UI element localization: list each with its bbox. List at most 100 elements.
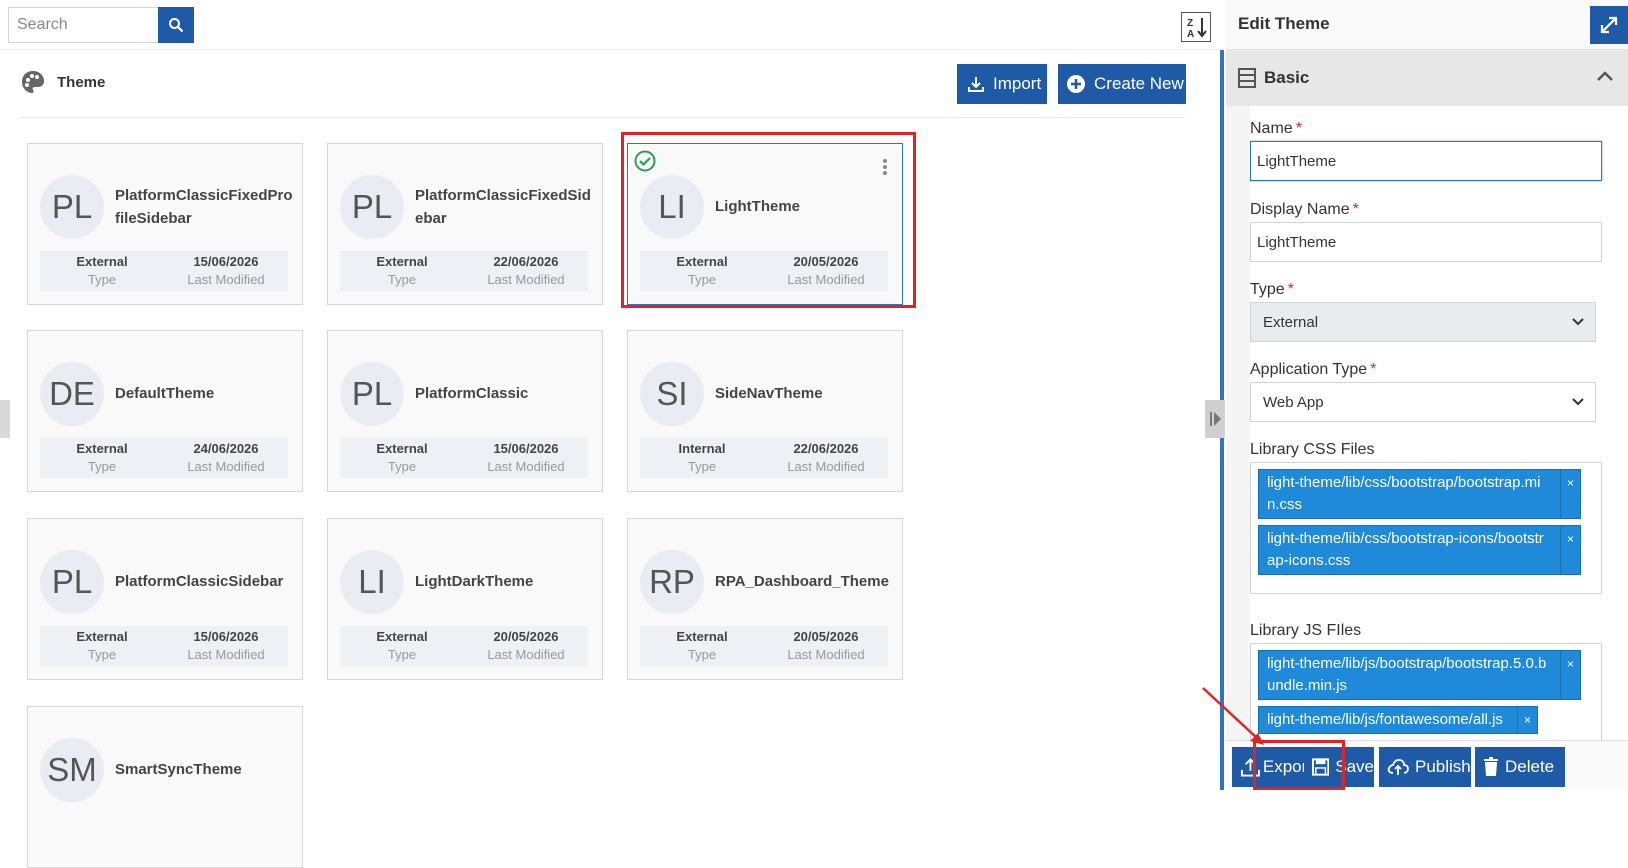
modified-label: Last Modified [487, 459, 565, 474]
type-label: Type [87, 459, 117, 474]
theme-card[interactable]: PL PlatformClassic External Type 15/06/20… [327, 330, 603, 492]
publish-button[interactable]: Publish [1379, 747, 1471, 787]
theme-card[interactable]: RP RPA_Dashboard_Theme External Type 20/0… [627, 518, 903, 680]
type-select[interactable]: External [1250, 302, 1596, 342]
css-file-tag: light-theme/lib/css/bootstrap/bootstrap.… [1258, 469, 1581, 519]
trash-icon [1484, 757, 1498, 776]
type-label: Type [87, 272, 117, 287]
create-new-button[interactable]: Create New [1058, 64, 1186, 104]
name-input[interactable]: LightTheme [1250, 141, 1602, 181]
theme-card[interactable]: LI LightDarkTheme External Type 20/05/202… [327, 518, 603, 680]
card-meta: Internal Type 22/06/2026 Last Modified [640, 438, 888, 478]
avatar: SI [640, 362, 704, 426]
avatar: SM [40, 738, 104, 802]
expand-icon [1600, 16, 1618, 34]
application-type-label: Application Type * [1250, 361, 1377, 378]
remove-tag-icon[interactable]: × [1560, 470, 1580, 518]
modified-label: Last Modified [187, 459, 265, 474]
avatar: PL [340, 175, 404, 239]
basic-section-header[interactable]: Basic [1226, 50, 1628, 106]
download-icon [968, 77, 984, 92]
theme-card[interactable]: PL PlatformClassicFixedSidebar External T… [327, 143, 603, 305]
type-value: External [76, 441, 128, 456]
display-name-input[interactable]: LightTheme [1250, 222, 1602, 262]
card-meta: External Type 22/06/2026 Last Modified [340, 251, 588, 291]
avatar: LI [340, 550, 404, 614]
panel-title: Edit Theme [1238, 14, 1330, 33]
theme-card[interactable]: PL PlatformClassicSidebar External Type 1… [27, 518, 303, 680]
collapse-left-handle[interactable] [0, 400, 10, 438]
theme-card[interactable]: DE DefaultTheme External Type 24/06/2026 L… [27, 330, 303, 492]
edit-theme-panel: Edit Theme Basic Name * LightTheme Displa… [1226, 0, 1628, 790]
modified-label: Last Modified [787, 459, 865, 474]
cloud-upload-icon [1387, 759, 1409, 775]
modified-label: Last Modified [187, 647, 265, 662]
modified-value: 20/05/2026 [793, 629, 859, 644]
svg-text:A: A [1187, 29, 1194, 39]
remove-tag-icon[interactable]: × [1560, 526, 1580, 574]
search-icon [169, 18, 184, 33]
type-label: Type [387, 459, 417, 474]
avatar: DE [40, 362, 104, 426]
theme-card[interactable]: SM SmartSyncTheme [27, 706, 303, 868]
section-title: Basic [1264, 68, 1310, 87]
library-css-label: Library CSS Files [1250, 441, 1375, 458]
modified-label: Last Modified [487, 647, 565, 662]
type-value: External [376, 441, 428, 456]
remove-tag-icon[interactable]: × [1560, 651, 1580, 699]
toolbar: Z A [0, 0, 1222, 50]
theme-header: Theme Import Create New [20, 64, 1186, 118]
form-section-icon [1238, 68, 1256, 88]
chevron-up-icon[interactable] [1596, 70, 1614, 82]
svg-text:Z: Z [1187, 18, 1193, 29]
basic-form: Name * LightTheme Display Name * LightThem… [1250, 106, 1628, 740]
theme-card[interactable]: PL PlatformClassicFixedProfileSidebar Ex… [27, 143, 303, 305]
collapse-right-handle[interactable] [1205, 400, 1225, 438]
create-new-label: Create New [1094, 74, 1184, 93]
expand-button[interactable] [1590, 6, 1628, 44]
import-button[interactable]: Import [957, 64, 1047, 104]
import-label: Import [993, 74, 1042, 93]
modified-value: 24/06/2026 [193, 441, 259, 456]
search-button[interactable] [158, 7, 194, 43]
page-title: Theme [57, 74, 106, 91]
plus-circle-icon [1067, 75, 1085, 93]
theme-card[interactable]: SI SideNavTheme Internal Type 22/06/2026 L… [627, 330, 903, 492]
type-label: Type [387, 272, 417, 287]
avatar: PL [340, 362, 404, 426]
modified-label: Last Modified [787, 647, 865, 662]
library-js-tags[interactable]: light-theme/lib/js/bootstrap/bootstrap.5… [1250, 643, 1602, 740]
display-name-label: Display Name * [1250, 201, 1359, 218]
modified-value: 22/06/2026 [793, 441, 859, 456]
modified-value: 15/06/2026 [193, 629, 259, 644]
type-value: Internal [678, 441, 726, 456]
sort-button[interactable]: Z A [1181, 12, 1211, 42]
js-file-tag: light-theme/lib/js/fontawesome/all.js × [1258, 706, 1538, 734]
search-input[interactable] [8, 7, 159, 43]
modified-label: Last Modified [487, 272, 565, 287]
delete-button[interactable]: Delete [1475, 747, 1565, 787]
type-value: External [676, 629, 728, 644]
avatar: PL [40, 175, 104, 239]
avatar: RP [640, 550, 704, 614]
library-css-tags[interactable]: light-theme/lib/css/bootstrap/bootstrap.… [1250, 462, 1602, 594]
chevron-down-icon [1572, 398, 1584, 406]
card-meta: External Type 20/05/2026 Last Modified [640, 626, 888, 666]
annotation-arrow-icon [1202, 687, 1264, 745]
highlight-box [621, 132, 916, 308]
modified-value: 22/06/2026 [493, 254, 559, 269]
modified-label: Last Modified [187, 272, 265, 287]
application-type-select[interactable]: Web App [1250, 382, 1596, 422]
theme-name: SmartSyncTheme [115, 761, 242, 778]
avatar: PL [40, 550, 104, 614]
palette-icon [22, 71, 44, 93]
theme-list-pane: Z A Theme Import Create New PL PlatformC… [0, 0, 1222, 868]
modified-value: 20/05/2026 [493, 629, 559, 644]
library-js-label: Library JS FIles [1250, 622, 1362, 639]
name-label: Name * [1250, 120, 1302, 137]
remove-tag-icon[interactable]: × [1517, 707, 1537, 733]
sort-za-icon: Z A [1187, 18, 1207, 39]
panel-header: Edit Theme [1226, 0, 1628, 50]
modified-value: 15/06/2026 [493, 441, 559, 456]
type-value: External [376, 629, 428, 644]
